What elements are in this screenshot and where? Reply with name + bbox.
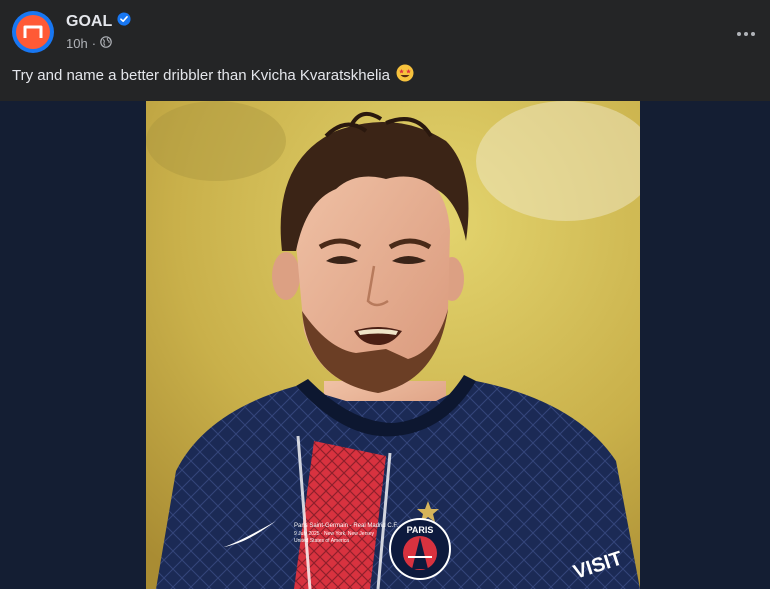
post-header: GOAL 10h · [0,0,770,60]
match-patch-country: United States of America [294,538,349,544]
match-patch-date: 9 July 2025 · New York, New Jersey [294,531,375,537]
post-media: Paris Saint-Germain - Real Madrid C.F. 9… [0,101,770,589]
post-time[interactable]: 10h [66,36,88,51]
match-patch-title: Paris Saint-Germain - Real Madrid C.F. [294,523,398,529]
author-name[interactable]: GOAL [66,13,112,31]
author-row: GOAL [66,12,131,31]
more-options-button[interactable] [730,17,762,49]
crest-text: PARIS [407,525,434,535]
caption-text: Try and name a better dribbler than Kvic… [12,66,390,84]
psg-crest-icon: PARIS [389,518,451,580]
avatar[interactable] [12,11,54,53]
globe-icon [100,36,112,51]
post-photo[interactable]: Paris Saint-Germain - Real Madrid C.F. 9… [146,101,640,589]
goal-logo-icon [16,15,50,49]
post-caption: Try and name a better dribbler than Kvic… [12,64,414,86]
verified-badge-icon [117,12,131,31]
meta-separator: · [91,36,97,51]
post-meta: 10h · [66,36,112,51]
more-options-icon [736,24,756,42]
star-struck-emoji-icon [396,64,414,86]
player-photo-illustration: Paris Saint-Germain - Real Madrid C.F. 9… [146,101,640,589]
